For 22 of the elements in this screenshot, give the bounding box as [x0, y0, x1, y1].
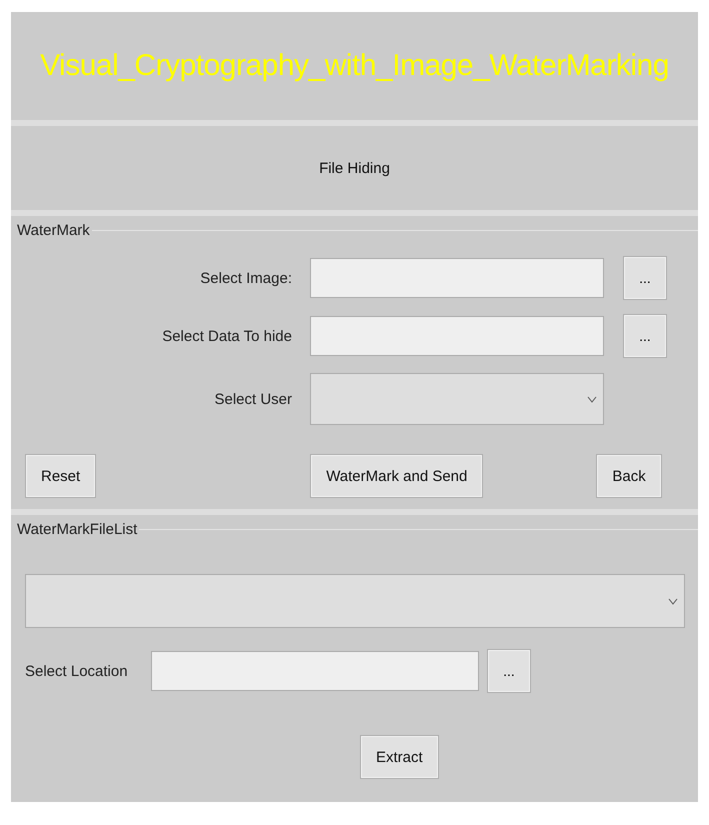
- app-title: Visual_Cryptography_with_Image_WaterMarking: [40, 49, 669, 83]
- chevron-down-icon: [668, 598, 678, 604]
- input-field[interactable]: [310, 316, 604, 356]
- field-label: Select User: [213, 390, 293, 408]
- user-dropdown[interactable]: [310, 373, 604, 425]
- input-field[interactable]: [310, 258, 604, 298]
- browse-button[interactable]: ...: [624, 315, 666, 357]
- extract-button[interactable]: Extract: [361, 736, 438, 778]
- file-dropdown[interactable]: [25, 574, 685, 628]
- field-label: Select Image:: [199, 270, 293, 286]
- browse-button[interactable]: ...: [488, 650, 530, 692]
- watermark-send-button[interactable]: WaterMark and Send: [311, 455, 482, 497]
- browse-button[interactable]: ...: [624, 257, 666, 299]
- back-button[interactable]: Back: [597, 455, 661, 497]
- group-label: WaterMarkFileList: [17, 521, 138, 538]
- reset-button[interactable]: Reset: [26, 455, 96, 497]
- page-heading: File Hiding: [319, 160, 390, 176]
- field-label: Select Data To hide: [161, 328, 293, 344]
- chevron-down-icon: [587, 396, 597, 402]
- group-label: WaterMark: [17, 222, 90, 239]
- input-field[interactable]: [151, 651, 479, 691]
- field-label: Select Location: [25, 662, 129, 680]
